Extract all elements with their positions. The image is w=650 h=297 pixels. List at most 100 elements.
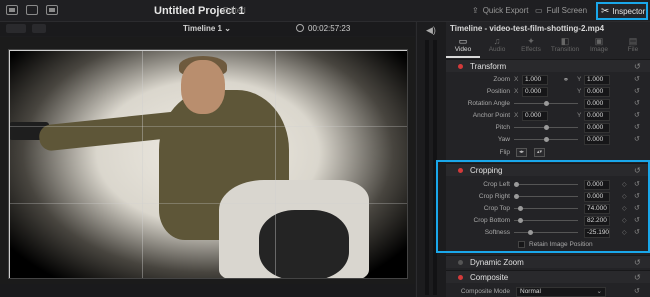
- zoom-x-field[interactable]: 1.000: [522, 75, 548, 85]
- zoom-y-field[interactable]: 1.000: [584, 75, 610, 85]
- tab-label: Transition: [550, 46, 580, 53]
- dynamic-zoom-label: Dynamic Zoom: [470, 258, 524, 267]
- transition-icon: ◧: [560, 36, 570, 46]
- composite-mode-select[interactable]: Normal ⌄: [516, 287, 606, 297]
- app-window: Untitled Project 1 Edited ⇪ Quick Export…: [0, 0, 650, 297]
- inspector-label: Inspector: [612, 6, 646, 16]
- tab-file[interactable]: ▤ File: [616, 34, 650, 58]
- reset-icon[interactable]: ↺: [634, 111, 640, 119]
- timeline-name: Timeline 1: [183, 24, 222, 33]
- reset-icon[interactable]: ↺: [634, 87, 640, 95]
- flip-horizontal-icon[interactable]: ◂▸: [516, 148, 527, 157]
- crop-guide-top: [9, 50, 407, 51]
- viewer-mode-button[interactable]: [32, 24, 46, 33]
- grid-line-v2: [275, 50, 276, 278]
- full-screen-button[interactable]: ▭ Full Screen: [535, 6, 587, 15]
- film-icon: ▭: [458, 36, 468, 46]
- tab-audio[interactable]: ♫ Audio: [480, 34, 514, 58]
- inspector-icon: ✂: [601, 5, 610, 17]
- dynamic-zoom-section-header[interactable]: Dynamic Zoom ↺: [446, 255, 650, 268]
- composite-mode-row: Composite Mode Normal ⌄ ↺: [446, 286, 650, 297]
- grid-line-v1: [142, 50, 143, 278]
- timeline-selector[interactable]: Timeline 1 ⌄: [183, 24, 231, 33]
- rotation-slider-knob[interactable]: [544, 101, 549, 106]
- export-icon: ⇪: [472, 6, 479, 15]
- zoom-x-axis: X: [514, 76, 519, 83]
- anchor-y-field[interactable]: 0.000: [584, 111, 610, 121]
- reset-icon[interactable]: ↺: [634, 75, 640, 83]
- top-bar: Untitled Project 1 Edited ⇪ Quick Export…: [0, 0, 650, 22]
- quick-export-button[interactable]: ⇪ Quick Export: [472, 6, 529, 15]
- full-screen-label: Full Screen: [546, 6, 588, 15]
- music-icon: ♫: [493, 36, 501, 46]
- video-head: [181, 60, 225, 114]
- video-frame[interactable]: [8, 49, 408, 279]
- meter-left: [425, 40, 429, 295]
- position-row: Position X 0.000 Y 0.000 ↺: [446, 86, 650, 98]
- viewer[interactable]: [0, 37, 415, 284]
- file-icon: ▤: [628, 36, 638, 46]
- flip-label: Flip: [499, 149, 510, 156]
- rotation-field[interactable]: 0.000: [584, 99, 610, 109]
- yaw-field[interactable]: 0.000: [584, 135, 610, 145]
- timecode: 00:02:57:23: [308, 24, 351, 33]
- chevron-down-icon: ⌄: [596, 288, 602, 295]
- crop-guide-left: [9, 50, 10, 278]
- reset-icon[interactable]: ↺: [634, 258, 641, 267]
- yaw-row: Yaw 0.000 ↺: [446, 134, 650, 146]
- position-y-field[interactable]: 0.000: [584, 87, 610, 97]
- inspector-clip-title: Timeline - video-test-film-shotting-2.mp…: [450, 24, 605, 33]
- tab-label: Audio: [488, 46, 506, 53]
- enable-toggle[interactable]: [458, 64, 463, 69]
- image-icon: ▣: [594, 36, 604, 46]
- pitch-field[interactable]: 0.000: [584, 123, 610, 133]
- tab-effects[interactable]: ✦ Effects: [514, 34, 548, 58]
- zoom-y-axis: Y: [577, 76, 582, 83]
- tab-label: File: [627, 46, 639, 53]
- grid-line-h1: [9, 126, 407, 127]
- speaker-icon[interactable]: ◀): [426, 25, 436, 36]
- position-x-axis: X: [514, 88, 519, 95]
- pitch-label: Pitch: [495, 124, 510, 131]
- transform-label: Transform: [470, 62, 507, 71]
- tab-video[interactable]: ▭ Video: [446, 34, 480, 58]
- reset-icon[interactable]: ↺: [634, 99, 640, 107]
- tab-transition[interactable]: ◧ Transition: [548, 34, 582, 58]
- flip-vertical-icon[interactable]: ▴▾: [534, 148, 545, 157]
- quick-export-label: Quick Export: [482, 6, 529, 15]
- transitions-icon[interactable]: [46, 5, 58, 15]
- reset-icon[interactable]: ↺: [634, 135, 640, 143]
- reset-icon[interactable]: ↺: [634, 287, 640, 295]
- link-icon[interactable]: ⚭: [563, 76, 569, 84]
- media-pool-icon[interactable]: [6, 5, 18, 15]
- position-x-field[interactable]: 0.000: [522, 87, 548, 97]
- composite-label: Composite: [470, 273, 509, 282]
- pitch-slider-knob[interactable]: [544, 125, 549, 130]
- enable-toggle[interactable]: [458, 260, 463, 265]
- composite-mode-value: Normal: [520, 288, 541, 295]
- anchor-x-axis: X: [514, 112, 519, 119]
- enable-toggle[interactable]: [458, 275, 463, 280]
- tab-image[interactable]: ▣ Image: [582, 34, 616, 58]
- sync-bin-icon[interactable]: [26, 5, 38, 15]
- edited-label: Edited: [223, 6, 246, 15]
- yaw-slider-knob[interactable]: [544, 137, 549, 142]
- transform-section-header[interactable]: Transform ↺: [446, 59, 650, 72]
- zoom-dropdown[interactable]: [6, 24, 26, 33]
- wand-icon: ✦: [527, 36, 535, 46]
- pitch-row: Pitch 0.000 ↺: [446, 122, 650, 134]
- video-motorbike-shadow: [259, 210, 349, 278]
- grid-line-h2: [9, 203, 407, 204]
- inspector-button[interactable]: ✂ Inspector: [596, 2, 648, 20]
- reset-icon[interactable]: ↺: [634, 62, 641, 71]
- inspector-tabs: ▭ Video ♫ Audio ✦ Effects ◧ Transition ▣ Imag…: [446, 34, 650, 58]
- reset-icon[interactable]: ↺: [634, 273, 641, 282]
- reset-icon[interactable]: ↺: [634, 123, 640, 131]
- composite-mode-label: Composite Mode: [460, 288, 510, 295]
- anchor-x-field[interactable]: 0.000: [522, 111, 548, 121]
- tab-label: Effects: [521, 46, 541, 53]
- anchor-y-axis: Y: [577, 112, 582, 119]
- anchor-label: Anchor Point: [472, 112, 510, 119]
- zoom-row: Zoom X 1.000 ⚭ Y 1.000 ↺: [446, 74, 650, 86]
- composite-section-header[interactable]: Composite ↺: [446, 270, 650, 283]
